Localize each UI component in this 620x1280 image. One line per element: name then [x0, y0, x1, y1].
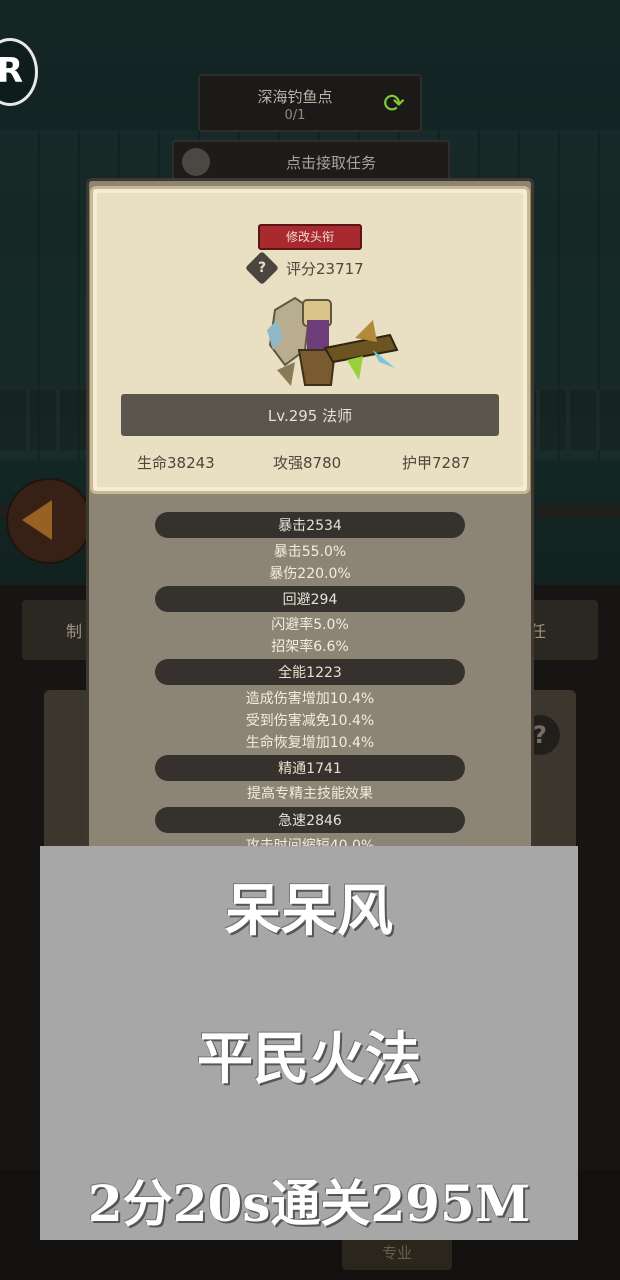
crit-damage: 暴伤220.0%: [269, 566, 351, 582]
parry-rate: 招架率6.6%: [271, 639, 349, 655]
help-icon[interactable]: ?: [245, 251, 279, 285]
versatility-header-label: 全能1223: [278, 665, 342, 681]
caption-build: 平民火法: [197, 1026, 421, 1092]
hp-stat: 生命38243: [137, 454, 215, 472]
accept-task-button[interactable]: 点击接取任务: [172, 140, 450, 182]
damage-increase: 造成伤害增加10.4%: [245, 691, 375, 707]
dodge-header-label: 回避294: [282, 592, 338, 608]
quest-title: 深海钓鱼点: [257, 88, 333, 106]
versatility-header: 全能1223: [155, 659, 465, 685]
quest-progress: 0/1: [284, 108, 306, 123]
caption-author: 呆呆风: [225, 878, 393, 944]
mastery-header-label: 精通1741: [278, 761, 342, 777]
refresh-icon[interactable]: ⟳: [380, 90, 408, 118]
mastery-header: 精通1741: [155, 755, 465, 781]
dodge-header: 回避294: [155, 586, 465, 612]
accept-task-label: 点击接取任务: [285, 154, 376, 172]
attack-stat: 攻强8780: [273, 454, 342, 472]
crit-header: 暴击2534: [155, 512, 465, 538]
haste-header-label: 急速2846: [278, 813, 342, 829]
level-class-banner: Lv.295 法师: [121, 394, 499, 436]
caption-result: 2分20s通关295M: [87, 1174, 531, 1233]
level-class-label: Lv.295 法师: [267, 407, 353, 425]
heal-increase: 生命恢复增加10.4%: [245, 735, 375, 751]
character-sprite: [267, 296, 399, 386]
help-icon-mark: ?: [257, 260, 267, 276]
damage-reduction: 受到伤害减免10.4%: [245, 713, 375, 729]
edit-title-button[interactable]: 修改头衔: [258, 224, 362, 250]
crit-header-label: 暴击2534: [278, 518, 342, 534]
dodge-rate: 闪避率5.0%: [271, 617, 349, 633]
task-icon: [182, 148, 210, 176]
haste-header: 急速2846: [155, 807, 465, 833]
crit-rate: 暴击55.0%: [273, 544, 347, 560]
quest-tracker[interactable]: 深海钓鱼点 0/1 ⟳: [198, 74, 422, 132]
video-caption-overlay: 呆呆风 平民火法 2分20s通关295M: [40, 846, 578, 1240]
armor-stat: 护甲7287: [402, 454, 471, 472]
score-value: 评分23717: [286, 260, 364, 278]
mastery-effect: 提高专精主技能效果: [247, 786, 373, 802]
